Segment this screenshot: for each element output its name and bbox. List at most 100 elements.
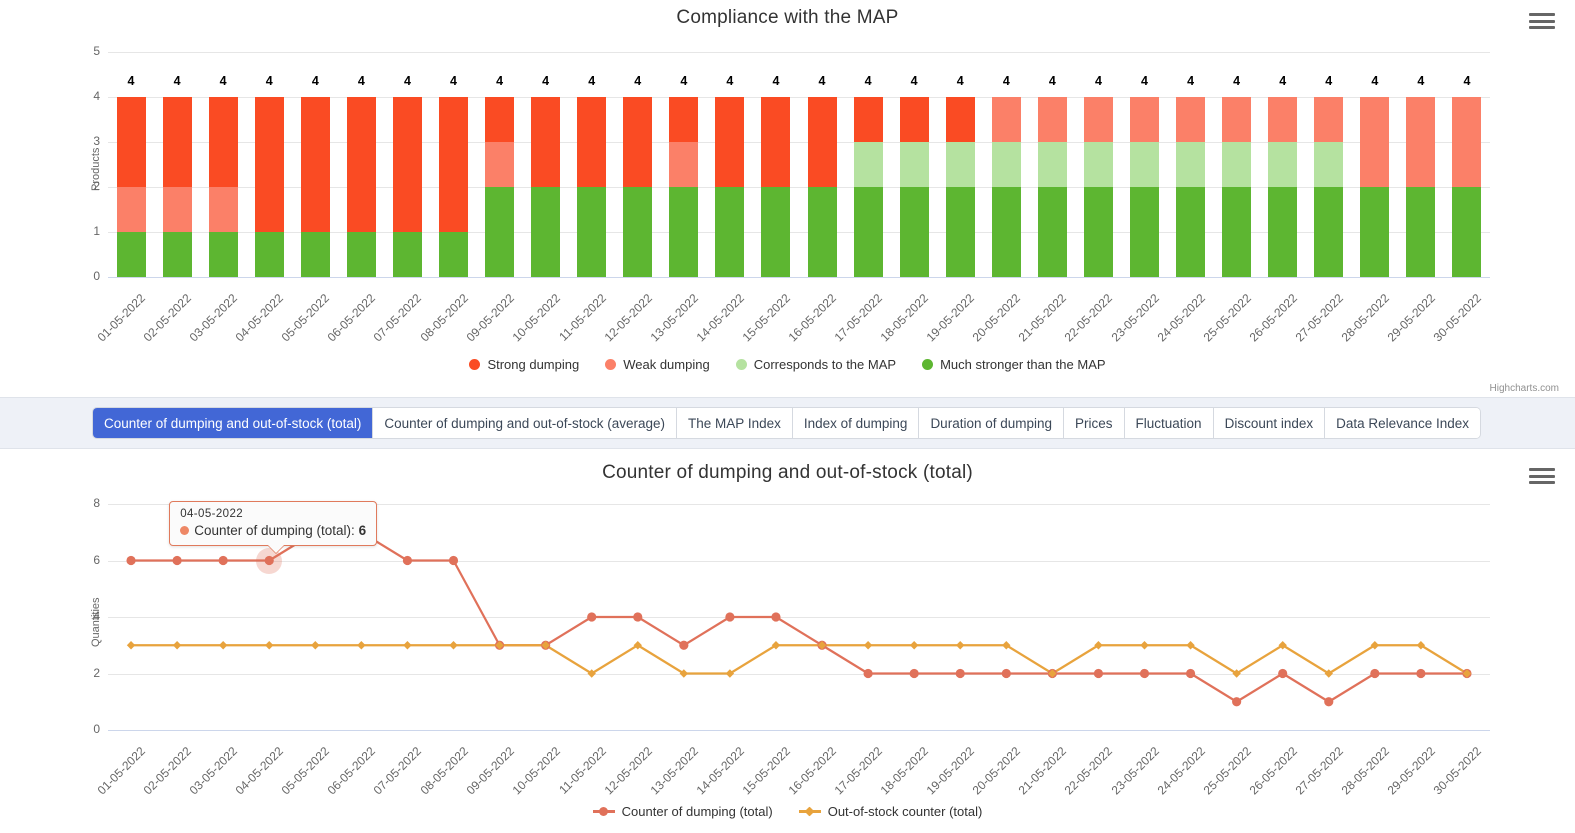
line-data-point[interactable] — [771, 612, 781, 622]
bar-segment[interactable] — [1222, 142, 1252, 187]
bar-segment[interactable] — [1037, 142, 1067, 187]
bar-segment[interactable] — [300, 97, 330, 232]
bar-segment[interactable] — [392, 97, 422, 232]
bar-segment[interactable] — [577, 97, 607, 187]
line-data-point[interactable] — [909, 641, 919, 650]
bar-segment[interactable] — [1452, 97, 1482, 187]
highcharts-credits[interactable]: Highcharts.com — [1490, 383, 1559, 394]
bar-segment[interactable] — [715, 97, 745, 187]
bar-segment[interactable] — [1130, 97, 1159, 142]
line-data-point[interactable] — [172, 641, 182, 650]
bar-segment[interactable] — [485, 142, 515, 187]
bar-segment[interactable] — [208, 97, 238, 187]
bar-segment[interactable] — [669, 187, 699, 277]
line-data-point[interactable] — [863, 668, 873, 679]
bar-segment[interactable] — [1037, 97, 1067, 142]
line-data-point[interactable] — [679, 640, 689, 650]
bar-segment[interactable] — [577, 187, 607, 277]
bar-segment[interactable] — [439, 232, 468, 277]
bar-segment[interactable] — [392, 232, 422, 277]
line-data-point[interactable] — [218, 555, 228, 566]
bar-segment[interactable] — [208, 187, 238, 232]
bar-segment[interactable] — [1222, 187, 1252, 277]
bar-legend-item[interactable]: Corresponds to the MAP — [735, 357, 896, 372]
bar-segment[interactable] — [1176, 97, 1206, 142]
line-data-point[interactable] — [265, 641, 274, 650]
bar-segment[interactable] — [1360, 187, 1390, 277]
tab-counter-of-dumping-and-out-of-stock-average[interactable]: Counter of dumping and out-of-stock (ave… — [373, 408, 678, 438]
bar-segment[interactable] — [116, 97, 146, 187]
bar-segment[interactable] — [439, 97, 468, 232]
bar-segment[interactable] — [1360, 97, 1390, 187]
bar-legend-item[interactable]: Much stronger than the MAP — [922, 357, 1106, 372]
line-legend-item[interactable]: Out-of-stock counter (total) — [798, 804, 982, 819]
bar-segment[interactable] — [761, 97, 791, 187]
tab-fluctuation[interactable]: Fluctuation — [1124, 408, 1214, 438]
bar-segment[interactable] — [162, 232, 192, 277]
tab-prices[interactable]: Prices — [1064, 408, 1125, 438]
bar-segment[interactable] — [1314, 142, 1344, 187]
bar-segment[interactable] — [945, 97, 975, 142]
bar-segment[interactable] — [300, 232, 330, 277]
bar-segment[interactable] — [1268, 97, 1298, 142]
bar-segment[interactable] — [162, 97, 192, 187]
bar-segment[interactable] — [1037, 187, 1067, 277]
bar-segment[interactable] — [853, 142, 883, 187]
bar-segment[interactable] — [1452, 187, 1482, 277]
bar-segment[interactable] — [761, 187, 791, 277]
line-data-point[interactable] — [863, 641, 873, 650]
bar-segment[interactable] — [1083, 142, 1113, 187]
line-data-point[interactable] — [1001, 668, 1011, 679]
tab-data-relevance-index[interactable]: Data Relevance Index — [1325, 408, 1480, 438]
line-data-point[interactable] — [1140, 641, 1149, 650]
line-data-point[interactable] — [1370, 668, 1380, 679]
line-legend-item[interactable]: Counter of dumping (total) — [592, 804, 773, 819]
line-data-point[interactable] — [449, 641, 458, 650]
bar-segment[interactable] — [254, 232, 284, 277]
tab-discount-index[interactable]: Discount index — [1213, 408, 1326, 438]
line-data-point[interactable] — [1232, 697, 1242, 707]
bar-segment[interactable] — [346, 232, 376, 277]
line-data-point[interactable] — [402, 555, 413, 566]
bar-segment[interactable] — [1406, 97, 1436, 187]
bar-segment[interactable] — [991, 97, 1021, 142]
bar-segment[interactable] — [623, 97, 653, 187]
bar-segment[interactable] — [899, 187, 929, 277]
bar-segment[interactable] — [531, 187, 561, 277]
bar-chart-hamburger-menu-icon[interactable] — [1529, 11, 1555, 31]
bar-segment[interactable] — [807, 97, 837, 187]
line-data-point[interactable] — [955, 668, 965, 679]
bar-segment[interactable] — [1083, 187, 1113, 277]
bar-segment[interactable] — [531, 97, 561, 187]
bar-segment[interactable] — [623, 187, 653, 277]
bar-segment[interactable] — [899, 142, 929, 187]
line-data-point[interactable] — [403, 641, 412, 650]
bar-segment[interactable] — [991, 142, 1021, 187]
line-data-point[interactable] — [1185, 668, 1196, 679]
tab-counter-of-dumping-and-out-of-stock-total[interactable]: Counter of dumping and out-of-stock (tot… — [93, 408, 374, 438]
bar-segment[interactable] — [853, 97, 883, 142]
line-data-point[interactable] — [1278, 668, 1288, 679]
bar-segment[interactable] — [1176, 187, 1206, 277]
bar-segment[interactable] — [162, 187, 192, 232]
bar-segment[interactable] — [669, 97, 699, 142]
bar-segment[interactable] — [1268, 187, 1298, 277]
bar-segment[interactable] — [945, 187, 975, 277]
bar-segment[interactable] — [116, 187, 146, 232]
line-data-point[interactable] — [126, 641, 136, 650]
tab-index-of-dumping[interactable]: Index of dumping — [792, 408, 920, 438]
tab-the-map-index[interactable]: The MAP Index — [677, 408, 793, 438]
bar-segment[interactable] — [853, 187, 883, 277]
bar-segment[interactable] — [254, 97, 284, 232]
tab-duration-of-dumping[interactable]: Duration of dumping — [919, 408, 1065, 438]
line-data-point[interactable] — [448, 555, 459, 566]
bar-segment[interactable] — [1314, 187, 1344, 277]
bar-segment[interactable] — [1176, 142, 1206, 187]
bar-legend-item[interactable]: Strong dumping — [469, 357, 579, 372]
line-data-point[interactable] — [172, 555, 182, 566]
line-data-point[interactable] — [311, 641, 320, 650]
bar-segment[interactable] — [1268, 142, 1298, 187]
bar-segment[interactable] — [346, 97, 376, 232]
bar-segment[interactable] — [1222, 97, 1252, 142]
line-data-point[interactable] — [357, 641, 366, 650]
